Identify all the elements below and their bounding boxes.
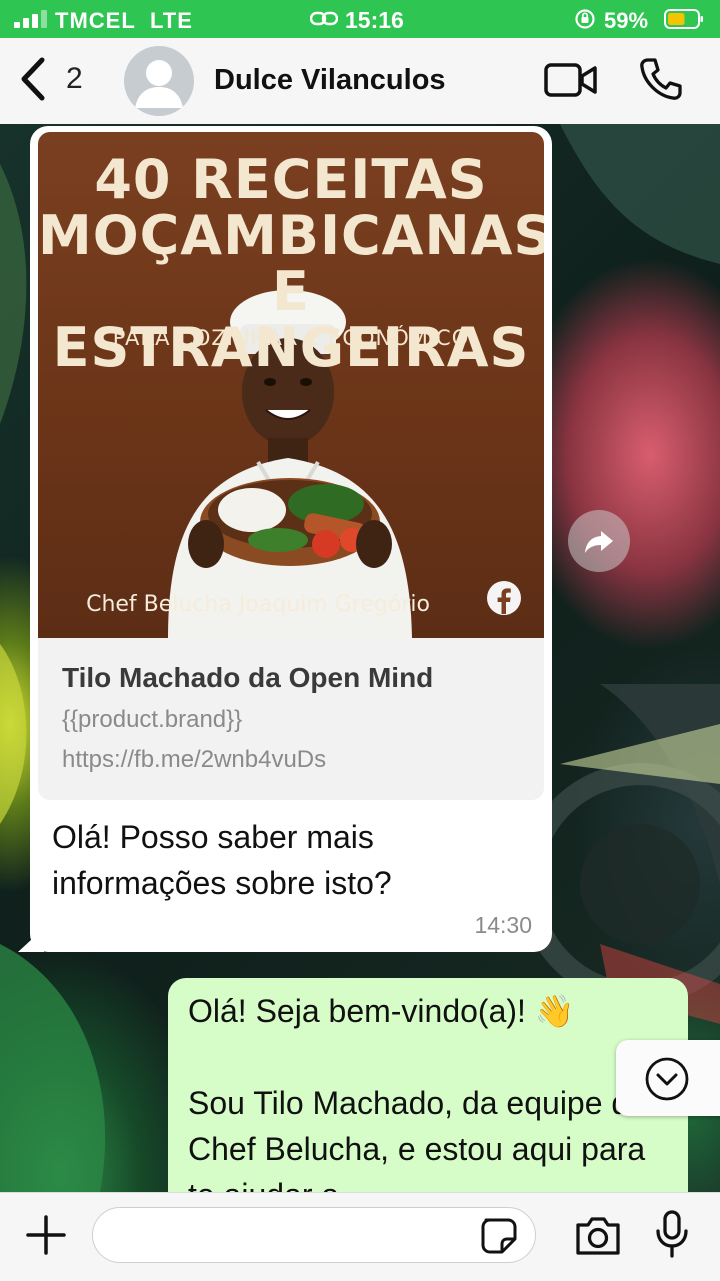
phone-call-icon[interactable] [638, 56, 684, 102]
video-call-icon[interactable] [543, 60, 599, 100]
contact-name[interactable]: Dulce Vilanculos [214, 64, 446, 97]
default-avatar-icon [135, 60, 183, 108]
link-preview-title: Tilo Machado da Open Mind [62, 662, 434, 693]
signal-icon [14, 10, 48, 28]
scroll-to-bottom-button[interactable] [616, 1040, 720, 1116]
facebook-icon [487, 581, 521, 615]
outgoing-message-text: Olá! Seja bem-vindo(a)! 👋 Sou Tilo Macha… [188, 993, 647, 1213]
status-bar: TMCEL LTE 15:16 59% [0, 0, 720, 38]
plus-icon[interactable] [24, 1213, 68, 1257]
incoming-message-text: Olá! Posso saber mais informações sobre … [52, 819, 392, 901]
link-preview-image[interactable]: 40 RECEITAS MOÇAMBICANAS E ESTRANGEIRAS … [38, 132, 544, 638]
link-preview-brand: {{product.brand}} [62, 706, 243, 733]
message-composer [0, 1192, 720, 1281]
sticker-icon[interactable] [480, 1217, 518, 1255]
incoming-message-bubble[interactable]: 40 RECEITAS MOÇAMBICANAS E ESTRANGEIRAS … [18, 126, 552, 952]
microphone-icon[interactable] [654, 1209, 690, 1259]
battery-percent: 59% [604, 8, 649, 33]
link-preview-card[interactable]: 40 RECEITAS MOÇAMBICANAS E ESTRANGEIRAS … [38, 132, 544, 800]
chat-header: 2 Dulce Vilanculos [0, 38, 720, 125]
forward-button[interactable] [568, 510, 630, 572]
forward-arrow-icon [585, 531, 613, 553]
incoming-message-time: 14:30 [474, 912, 532, 938]
hotspot-link-icon [310, 11, 338, 26]
unread-chats-count[interactable]: 2 [66, 62, 83, 96]
poster-subtitle: PARA COZINHAR E ECONÓMICO [112, 326, 470, 350]
link-preview-url[interactable]: https://fb.me/2wnb4vuDs [62, 746, 326, 774]
contact-avatar[interactable] [124, 46, 194, 116]
network-type: LTE [150, 8, 193, 33]
back-button[interactable] [14, 56, 54, 102]
clock: 15:16 [345, 7, 404, 33]
battery-icon [664, 9, 703, 29]
rotation-lock-icon [575, 9, 595, 29]
carrier-label: TMCEL [55, 8, 136, 33]
message-input[interactable] [92, 1207, 536, 1263]
camera-icon[interactable] [574, 1213, 622, 1257]
chevron-down-icon [645, 1057, 689, 1101]
poster-author: Chef Belucha Joaquim Gregório [86, 592, 430, 617]
